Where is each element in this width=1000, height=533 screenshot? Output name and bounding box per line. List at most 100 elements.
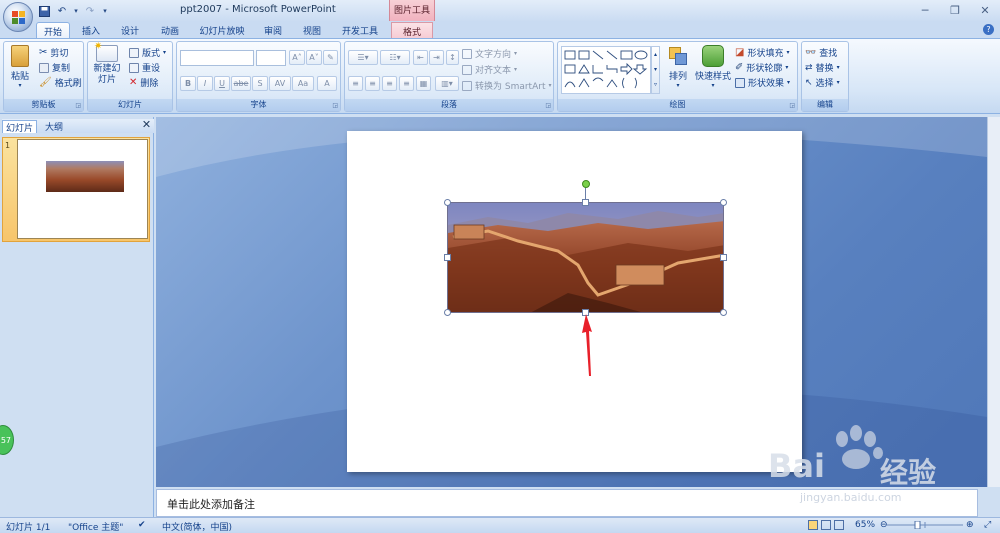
line-spacing-icon[interactable]: ↕ bbox=[446, 50, 459, 65]
font-size-combo[interactable] bbox=[256, 50, 286, 66]
new-slide-label: 新建幻灯片 bbox=[93, 64, 121, 85]
tab-slides[interactable]: 幻灯片 bbox=[2, 120, 38, 134]
zoom-in-icon[interactable]: ⊕ bbox=[966, 520, 974, 530]
tab-outline[interactable]: 大纲 bbox=[42, 120, 66, 133]
restore-icon[interactable]: ❐ bbox=[940, 0, 970, 20]
shape-outline-button[interactable]: ✐ 形状轮廓 ▾ bbox=[735, 61, 788, 74]
increase-indent-icon[interactable]: ⇥ bbox=[429, 50, 444, 65]
redo-icon[interactable]: ↷ bbox=[82, 4, 98, 19]
format-painter-label: 格式刷 bbox=[54, 79, 82, 89]
font-color-button[interactable]: A bbox=[317, 76, 337, 91]
text-direction-button[interactable]: 文字方向 ▾ bbox=[462, 47, 517, 60]
window-title: ppt2007 - Microsoft PowerPoint bbox=[180, 4, 336, 15]
align-text-button[interactable]: 对齐文本 ▾ bbox=[462, 63, 517, 76]
tab-design[interactable]: 设计 bbox=[114, 22, 146, 38]
cut-button[interactable]: ✂ 剪切 bbox=[39, 46, 68, 59]
tab-review[interactable]: 审阅 bbox=[258, 22, 288, 38]
delete-slide-button[interactable]: ✕ 删除 bbox=[129, 76, 158, 89]
strikethrough-button[interactable]: abe bbox=[231, 76, 251, 91]
resize-handle-bottom-right[interactable] bbox=[720, 309, 727, 316]
shapes-scroll[interactable]: ▴ ▾ ▿ bbox=[651, 46, 660, 94]
vertical-scrollbar[interactable] bbox=[987, 117, 1000, 487]
dialog-launcher-icon[interactable]: ◲ bbox=[75, 102, 81, 109]
shrink-font-icon[interactable]: A˅ bbox=[306, 50, 322, 65]
replace-button[interactable]: ⇄ 替换 ▾ bbox=[805, 61, 840, 75]
undo-icon[interactable]: ↶ bbox=[54, 4, 70, 19]
find-button[interactable]: 👓 查找 bbox=[805, 46, 837, 60]
tab-home[interactable]: 开始 bbox=[36, 22, 70, 38]
resize-handle-left[interactable] bbox=[444, 254, 451, 261]
fit-window-icon[interactable]: ⤢ bbox=[984, 520, 991, 530]
bullets-icon[interactable]: ☰▾ bbox=[348, 50, 378, 65]
slide-number: 1 bbox=[5, 141, 11, 150]
zoom-slider[interactable] bbox=[885, 521, 965, 529]
quick-access-toolbar: ↶ ▾ ↷ ▾ bbox=[36, 3, 110, 19]
underline-button[interactable]: U bbox=[214, 76, 230, 91]
clipboard-group: 粘贴 ▾ ✂ 剪切 复制 🖌 格式刷 剪贴板 ◲ bbox=[3, 41, 84, 112]
tab-slideshow[interactable]: 幻灯片放映 bbox=[194, 22, 250, 38]
spellcheck-icon[interactable]: ✔ bbox=[138, 520, 146, 530]
align-center-icon[interactable]: ≡ bbox=[365, 76, 380, 91]
select-button[interactable]: ↖ 选择 ▾ bbox=[805, 76, 840, 90]
numbering-icon[interactable]: ☷▾ bbox=[380, 50, 410, 65]
convert-smartart-button[interactable]: 转换为 SmartArt ▾ bbox=[462, 79, 552, 92]
reset-button[interactable]: 重设 bbox=[129, 61, 160, 74]
clear-format-icon[interactable]: ✎ bbox=[323, 50, 338, 65]
layout-label: 版式 bbox=[142, 49, 161, 59]
rotation-handle[interactable] bbox=[582, 180, 590, 188]
arrange-label: 排列 bbox=[668, 72, 687, 82]
tab-animation[interactable]: 动画 bbox=[154, 22, 186, 38]
dialog-launcher-icon[interactable]: ◲ bbox=[332, 102, 338, 109]
shadow-button[interactable]: S bbox=[252, 76, 268, 91]
bold-button[interactable]: B bbox=[180, 76, 196, 91]
italic-button[interactable]: I bbox=[197, 76, 213, 91]
layout-button[interactable]: 版式 ▾ bbox=[129, 46, 166, 59]
close-icon[interactable]: ✕ bbox=[970, 0, 1000, 20]
tab-format[interactable]: 格式 bbox=[391, 22, 433, 38]
font-caption: 字体 bbox=[177, 99, 340, 111]
save-icon[interactable] bbox=[36, 4, 52, 19]
close-icon[interactable]: ✕ bbox=[141, 119, 152, 132]
delete-icon: ✕ bbox=[129, 77, 138, 88]
notes-pane[interactable]: 单击此处添加备注 bbox=[156, 489, 978, 517]
customize-qat-icon[interactable]: ▾ bbox=[100, 4, 110, 19]
new-slide-button[interactable]: ✷ 新建幻灯片 bbox=[91, 41, 123, 86]
paste-button[interactable]: 粘贴 ▾ bbox=[7, 45, 33, 89]
slideshow-view-icon[interactable] bbox=[834, 520, 844, 530]
decrease-indent-icon[interactable]: ⇤ bbox=[413, 50, 428, 65]
justify-icon[interactable]: ≡ bbox=[399, 76, 414, 91]
shape-fill-button[interactable]: ◪ 形状填充 ▾ bbox=[735, 46, 789, 59]
resize-handle-right[interactable] bbox=[720, 254, 727, 261]
grow-font-icon[interactable]: A˄ bbox=[289, 50, 305, 65]
quick-styles-button[interactable]: 快速样式 ▾ bbox=[694, 45, 732, 89]
change-case-button[interactable]: Aa bbox=[292, 76, 314, 91]
align-left-icon[interactable]: ≡ bbox=[348, 76, 363, 91]
office-button[interactable] bbox=[3, 2, 33, 32]
sorter-view-icon[interactable] bbox=[821, 520, 831, 530]
dialog-launcher-icon[interactable]: ◲ bbox=[545, 102, 551, 109]
slide-picture[interactable] bbox=[447, 202, 724, 313]
minimize-icon[interactable]: ─ bbox=[910, 0, 940, 20]
shape-effects-button[interactable]: 形状效果 ▾ bbox=[735, 76, 790, 89]
tab-insert[interactable]: 插入 bbox=[76, 22, 106, 38]
resize-handle-top-left[interactable] bbox=[444, 199, 451, 206]
help-icon[interactable]: ? bbox=[983, 24, 994, 35]
arrange-button[interactable]: 排列 ▾ bbox=[664, 45, 692, 89]
char-spacing-button[interactable]: AV bbox=[269, 76, 291, 91]
tab-developer[interactable]: 开发工具 bbox=[336, 22, 384, 38]
resize-handle-top[interactable] bbox=[582, 199, 589, 206]
normal-view-icon[interactable] bbox=[808, 520, 818, 530]
distribute-icon[interactable]: ▦ bbox=[416, 76, 431, 91]
format-painter-button[interactable]: 🖌 格式刷 bbox=[39, 76, 82, 89]
shapes-gallery[interactable] bbox=[561, 46, 651, 94]
columns-icon[interactable]: ▥▾ bbox=[435, 76, 459, 91]
align-right-icon[interactable]: ≡ bbox=[382, 76, 397, 91]
tab-view[interactable]: 视图 bbox=[296, 22, 328, 38]
zoom-level[interactable]: 65% bbox=[855, 520, 875, 530]
font-family-combo[interactable] bbox=[180, 50, 254, 66]
copy-button[interactable]: 复制 bbox=[39, 61, 70, 74]
dropdown-icon[interactable]: ▾ bbox=[72, 4, 80, 19]
resize-handle-top-right[interactable] bbox=[720, 199, 727, 206]
resize-handle-bottom-left[interactable] bbox=[444, 309, 451, 316]
dialog-launcher-icon[interactable]: ◲ bbox=[789, 102, 795, 109]
